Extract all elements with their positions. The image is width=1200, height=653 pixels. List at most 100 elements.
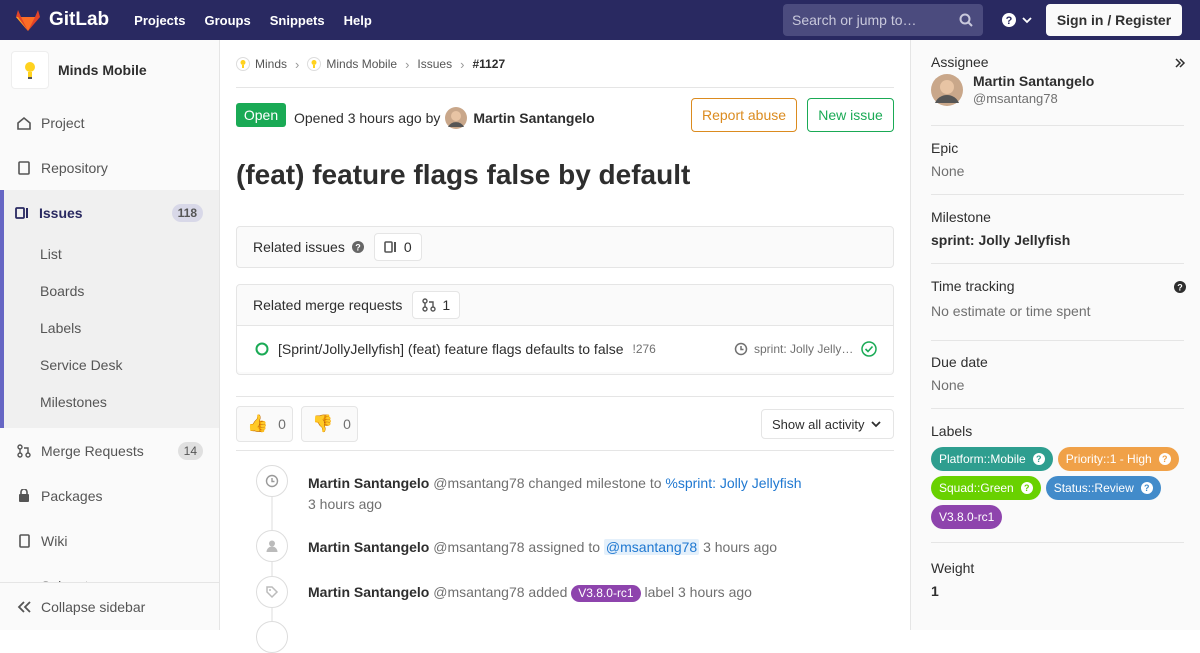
sidebar-sub-milestones[interactable]: Milestones xyxy=(4,383,219,420)
epic-section: Epic None xyxy=(931,140,1184,195)
note-action: added xyxy=(528,584,568,600)
label-text: V3.8.0-rc1 xyxy=(939,510,995,524)
timeline-clock-icon xyxy=(256,465,288,497)
note-action: changed milestone to xyxy=(528,475,662,491)
assignee-name[interactable]: Martin Santangelo xyxy=(973,73,1094,89)
collapse-sidebar-button[interactable]: Collapse sidebar xyxy=(0,582,219,630)
system-note: Martin Santangelo @msantang78 changed mi… xyxy=(308,473,802,515)
note-author[interactable]: Martin Santangelo xyxy=(308,475,429,491)
gitlab-logo[interactable]: GitLab xyxy=(15,8,109,32)
related-issues-count[interactable]: 0 xyxy=(373,233,422,261)
thumbs-down-icon: 👎 xyxy=(312,414,334,433)
breadcrumb-project[interactable]: Minds Mobile xyxy=(307,57,397,71)
search-placeholder: Search or jump to… xyxy=(792,12,917,28)
question-icon[interactable]: ? xyxy=(1032,453,1045,465)
project-header[interactable]: Minds Mobile xyxy=(0,40,219,100)
pipeline-passed-icon[interactable] xyxy=(861,341,877,357)
thumbs-down-count: 0 xyxy=(343,416,351,432)
nav-help[interactable]: Help xyxy=(344,13,372,28)
labels-label: Labels xyxy=(931,423,973,439)
label-badge[interactable]: Platform::Mobile? xyxy=(931,447,1053,471)
label-badge[interactable]: V3.8.0-rc1 xyxy=(931,505,1003,529)
milestone-link[interactable]: %sprint: Jolly Jellyfish xyxy=(665,475,801,491)
breadcrumb-label: Minds Mobile xyxy=(326,57,398,71)
sidebar-item-label: Issues xyxy=(39,204,83,221)
svg-text:?: ? xyxy=(1177,283,1183,293)
note-handle[interactable]: @msantang78 xyxy=(433,475,524,491)
note-time: 3 hours ago xyxy=(308,496,382,512)
thumbs-up-count: 0 xyxy=(278,416,286,432)
book-icon xyxy=(19,533,30,548)
label-badge[interactable]: Squad::Green? xyxy=(931,476,1041,500)
sidebar-item-project[interactable]: Project xyxy=(0,100,219,145)
activity-filter-dropdown[interactable]: Show all activity xyxy=(761,409,894,439)
user-mention[interactable]: @msantang78 xyxy=(603,539,700,555)
sidebar-item-label: Project xyxy=(41,114,85,131)
mr-count-badge: 14 xyxy=(177,441,203,460)
question-icon[interactable]: ? xyxy=(351,241,364,253)
report-abuse-button[interactable]: Report abuse xyxy=(691,98,797,132)
mr-ref: !276 xyxy=(632,342,656,356)
avatar[interactable] xyxy=(445,107,468,129)
author-link[interactable]: Martin Santangelo xyxy=(473,110,594,126)
question-icon[interactable]: ? xyxy=(1158,453,1171,465)
mr-list-item[interactable]: [Sprint/JollyJellyfish] (feat) feature f… xyxy=(237,325,893,372)
assignee-handle: @msantang78 xyxy=(973,91,1058,106)
question-icon[interactable]: ? xyxy=(1140,482,1153,494)
system-note: Martin Santangelo @msantang78 added V3.8… xyxy=(308,584,752,602)
weight-section: Weight 1 xyxy=(931,560,1184,610)
left-sidebar: Minds Mobile Project Repository Issues 1… xyxy=(0,40,220,630)
note-author[interactable]: Martin Santangelo xyxy=(308,584,429,600)
breadcrumb-minds[interactable]: Minds xyxy=(236,57,287,71)
nav-groups[interactable]: Groups xyxy=(204,13,250,28)
chevron-down-icon xyxy=(871,421,881,428)
sidebar-sub-service-desk[interactable]: Service Desk xyxy=(4,346,219,383)
note-action: assigned to xyxy=(528,539,601,555)
divider xyxy=(236,450,894,451)
time-tracking-label: Time tracking xyxy=(931,278,1015,294)
related-mrs-count[interactable]: 1 xyxy=(412,291,461,319)
label-badge[interactable]: Status::Review? xyxy=(1045,476,1161,500)
milestone-value[interactable]: sprint: Jolly Jellyfish xyxy=(931,232,1184,248)
label-text: Platform::Mobile xyxy=(939,452,1026,466)
mr-title[interactable]: [Sprint/JollyJellyfish] (feat) feature f… xyxy=(278,341,624,357)
thumbs-up-button[interactable]: 👍 0 xyxy=(236,406,293,442)
note-handle[interactable]: @msantang78 xyxy=(433,539,524,555)
related-issues-title: Related issues xyxy=(253,239,345,255)
double-chevron-right-icon[interactable] xyxy=(1174,57,1186,69)
breadcrumb-issues[interactable]: Issues xyxy=(417,57,452,71)
related-issues-panel: Related issues ? 0 xyxy=(236,226,894,268)
new-issue-button[interactable]: New issue xyxy=(807,98,894,132)
sidebar-item-packages[interactable]: Packages xyxy=(0,473,219,518)
sidebar-sub-boards[interactable]: Boards xyxy=(4,272,219,309)
nav-projects[interactable]: Projects xyxy=(134,13,185,28)
sidebar-item-merge-requests[interactable]: Merge Requests 14 xyxy=(0,428,219,473)
count-value: 1 xyxy=(442,297,451,313)
sidebar-item-wiki[interactable]: Wiki xyxy=(0,518,219,563)
breadcrumb-issue-number[interactable]: #1127 xyxy=(472,57,505,71)
note-author[interactable]: Martin Santangelo xyxy=(308,539,429,555)
avatar[interactable] xyxy=(931,73,963,106)
sidebar-item-label: Merge Requests xyxy=(41,442,144,459)
sidebar-item-label: Wiki xyxy=(41,532,68,549)
sidebar-item-repository[interactable]: Repository xyxy=(0,145,219,190)
sidebar-sub-list[interactable]: List xyxy=(4,235,219,272)
sidebar-item-issues[interactable]: Issues 118 xyxy=(4,190,219,235)
mr-open-icon xyxy=(255,342,269,356)
thumbs-down-button[interactable]: 👎 0 xyxy=(301,406,358,442)
help-dropdown[interactable]: ? xyxy=(1001,12,1033,28)
home-icon xyxy=(17,116,31,130)
weight-label: Weight xyxy=(931,560,975,576)
question-icon[interactable]: ? xyxy=(1020,482,1033,494)
assignee-label: Assignee xyxy=(931,54,989,70)
nav-snippets[interactable]: Snippets xyxy=(270,13,325,28)
time-tracking-section: Time tracking ? No estimate or time spen… xyxy=(931,278,1186,341)
sidebar-issues-group: Issues 118 List Boards Labels Service De… xyxy=(0,190,219,428)
sign-in-button[interactable]: Sign in / Register xyxy=(1046,4,1182,36)
sidebar-sub-labels[interactable]: Labels xyxy=(4,309,219,346)
label-badge[interactable]: Priority::1 - High? xyxy=(1057,447,1179,471)
note-handle[interactable]: @msantang78 xyxy=(433,584,524,600)
question-icon[interactable]: ? xyxy=(1174,281,1186,293)
label-badge[interactable]: V3.8.0-rc1 xyxy=(571,585,641,602)
search-input[interactable]: Search or jump to… xyxy=(783,4,983,36)
